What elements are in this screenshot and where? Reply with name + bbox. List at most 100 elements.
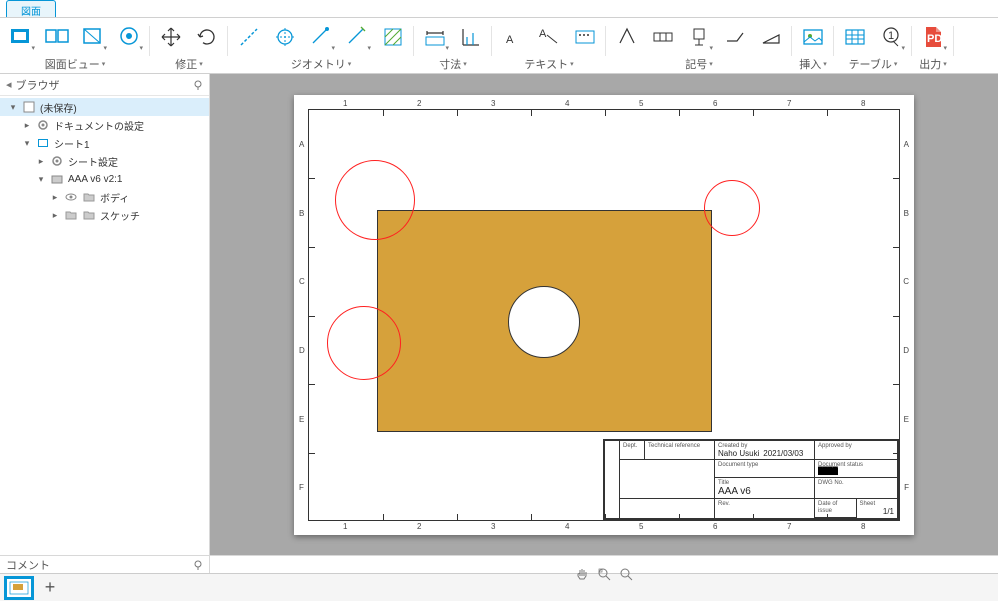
group-insert-label: 挿入▾ xyxy=(799,56,827,72)
sketch-line-button[interactable]: ▾ xyxy=(340,20,374,54)
tree-label: ボディ xyxy=(100,190,129,205)
main-area: ◂ ブラウザ ▾(未保存) ▸ ドキュメントの設定 ▾ シート1▸シート設定 ▾ AAA v… xyxy=(0,74,998,555)
expand-icon[interactable]: ▾ xyxy=(22,138,32,149)
group-insert: 挿入▾ xyxy=(792,20,834,72)
annotation-circle-2 xyxy=(704,180,760,236)
detail-view-button[interactable]: ▾ xyxy=(112,20,146,54)
expand-icon[interactable]: ▸ xyxy=(50,192,60,203)
text-box-button[interactable] xyxy=(568,20,602,54)
ruler-col-4: 4 xyxy=(565,99,569,108)
insert-image-button[interactable] xyxy=(796,20,830,54)
balloon-button[interactable]: 1▾ xyxy=(874,20,908,54)
output-pdf-button[interactable]: PDF▾ xyxy=(916,20,950,54)
tree-row-0[interactable]: ▾(未保存) xyxy=(0,98,209,116)
centermark-button[interactable] xyxy=(268,20,302,54)
svg-text:A: A xyxy=(539,28,547,40)
folder-icon xyxy=(64,208,78,222)
drawing-sheet: 1122334455667788AABBCCDDEEFF Dept. Techn… xyxy=(294,95,914,535)
ordinate-button[interactable] xyxy=(454,20,488,54)
svg-text:A: A xyxy=(506,34,514,46)
folder-icon xyxy=(82,190,96,204)
expand-icon[interactable]: ▾ xyxy=(36,174,46,185)
group-modify-label: 修正▾ xyxy=(175,56,203,72)
base-view-button[interactable]: ▾ xyxy=(4,20,38,54)
rotate-button[interactable] xyxy=(190,20,224,54)
tree-row-4[interactable]: ▾ AAA v6 v2:1 xyxy=(0,170,209,188)
tree-label: ドキュメントの設定 xyxy=(54,118,144,133)
dimension-button[interactable]: ▾ xyxy=(418,20,452,54)
group-table: 1▾ テーブル▾ xyxy=(834,20,912,72)
edge-ext-button[interactable]: ▾ xyxy=(304,20,338,54)
ruler-row-C: C xyxy=(903,277,909,286)
ruler-row-E: E xyxy=(904,415,909,424)
pin-icon[interactable] xyxy=(193,80,203,90)
ruler-col-8: 8 xyxy=(861,522,865,531)
add-sheet-button[interactable]: + xyxy=(40,577,60,598)
expand-icon[interactable]: ▸ xyxy=(22,120,32,131)
group-dimension: ▾ 寸法▾ xyxy=(414,20,492,72)
ruler-col-3: 3 xyxy=(491,99,495,108)
pan-button[interactable] xyxy=(573,566,591,582)
group-text-label: テキスト▾ xyxy=(524,56,573,72)
ruler-col-5: 5 xyxy=(639,522,643,531)
feature-ctrl-button[interactable] xyxy=(646,20,680,54)
expand-icon[interactable]: ▸ xyxy=(36,156,46,167)
ruler-col-3: 3 xyxy=(491,522,495,531)
pin-icon[interactable] xyxy=(193,560,203,570)
zoom-window-button[interactable] xyxy=(595,566,613,582)
datum-button[interactable]: ▾ xyxy=(682,20,716,54)
sheet-thumb-1[interactable] xyxy=(6,578,32,598)
eye-icon xyxy=(64,190,78,204)
ruler-col-2: 2 xyxy=(417,99,421,108)
doc-icon xyxy=(22,100,36,114)
expand-icon[interactable]: ▸ xyxy=(50,210,60,221)
ruler-col-1: 1 xyxy=(343,522,347,531)
group-symbol-label: 記号▾ xyxy=(685,56,713,72)
canvas[interactable]: 1122334455667788AABBCCDDEEFF Dept. Techn… xyxy=(210,74,998,555)
group-output: PDF▾ 出力▾ xyxy=(912,20,954,72)
group-modify: 修正▾ xyxy=(150,20,228,72)
surface-finish-button[interactable] xyxy=(610,20,644,54)
taper-button[interactable] xyxy=(754,20,788,54)
ruler-row-D: D xyxy=(299,346,305,355)
ruler-col-1: 1 xyxy=(343,99,347,108)
tab-drawing[interactable]: 図面 xyxy=(6,0,56,17)
ruler-row-F: F xyxy=(904,483,909,492)
group-geometry: ▾ ▾ ジオメトリ▾ xyxy=(228,20,414,72)
browser-header: ◂ ブラウザ xyxy=(0,74,209,96)
browser-title: ブラウザ xyxy=(12,77,193,93)
ruler-row-B: B xyxy=(299,209,304,218)
hatch-button[interactable] xyxy=(376,20,410,54)
expand-icon[interactable]: ▾ xyxy=(8,102,18,113)
weld-button[interactable] xyxy=(718,20,752,54)
ruler-col-5: 5 xyxy=(639,99,643,108)
ruler-row-A: A xyxy=(904,140,909,149)
tree-row-2[interactable]: ▾ シート1 xyxy=(0,134,209,152)
centerline-button[interactable] xyxy=(232,20,266,54)
ruler-col-4: 4 xyxy=(565,522,569,531)
projected-view-button[interactable] xyxy=(40,20,74,54)
ruler-row-C: C xyxy=(299,277,305,286)
annotation-circle-1 xyxy=(335,160,415,240)
comment-label[interactable]: コメント xyxy=(6,557,50,573)
section-view-button[interactable]: ▾ xyxy=(76,20,110,54)
part-view[interactable] xyxy=(377,210,712,432)
tree-label: シート1 xyxy=(54,136,90,151)
tree-row-5[interactable]: ▸ ボディ xyxy=(0,188,209,206)
tree-row-6[interactable]: ▸スケッチ xyxy=(0,206,209,224)
ruler-row-F: F xyxy=(299,483,304,492)
ruler-col-7: 7 xyxy=(787,522,791,531)
toolbar: ▾ ▾ ▾ 図面ビュー▾ 修正▾ xyxy=(0,18,998,74)
tree-row-1[interactable]: ▸ ドキュメントの設定 xyxy=(0,116,209,134)
table-button[interactable] xyxy=(838,20,872,54)
zoom-button[interactable] xyxy=(617,566,635,582)
group-geometry-label: ジオメトリ▾ xyxy=(291,56,352,72)
leader-text-button[interactable]: A xyxy=(532,20,566,54)
ruler-row-A: A xyxy=(299,140,304,149)
move-button[interactable] xyxy=(154,20,188,54)
text-button[interactable]: A xyxy=(496,20,530,54)
tree-row-3[interactable]: ▸シート設定 xyxy=(0,152,209,170)
title-block[interactable]: Dept. Technical reference Created byNaho… xyxy=(603,439,899,520)
comment-bar: コメント xyxy=(0,555,998,573)
tree-label: AAA v6 v2:1 xyxy=(68,174,122,185)
